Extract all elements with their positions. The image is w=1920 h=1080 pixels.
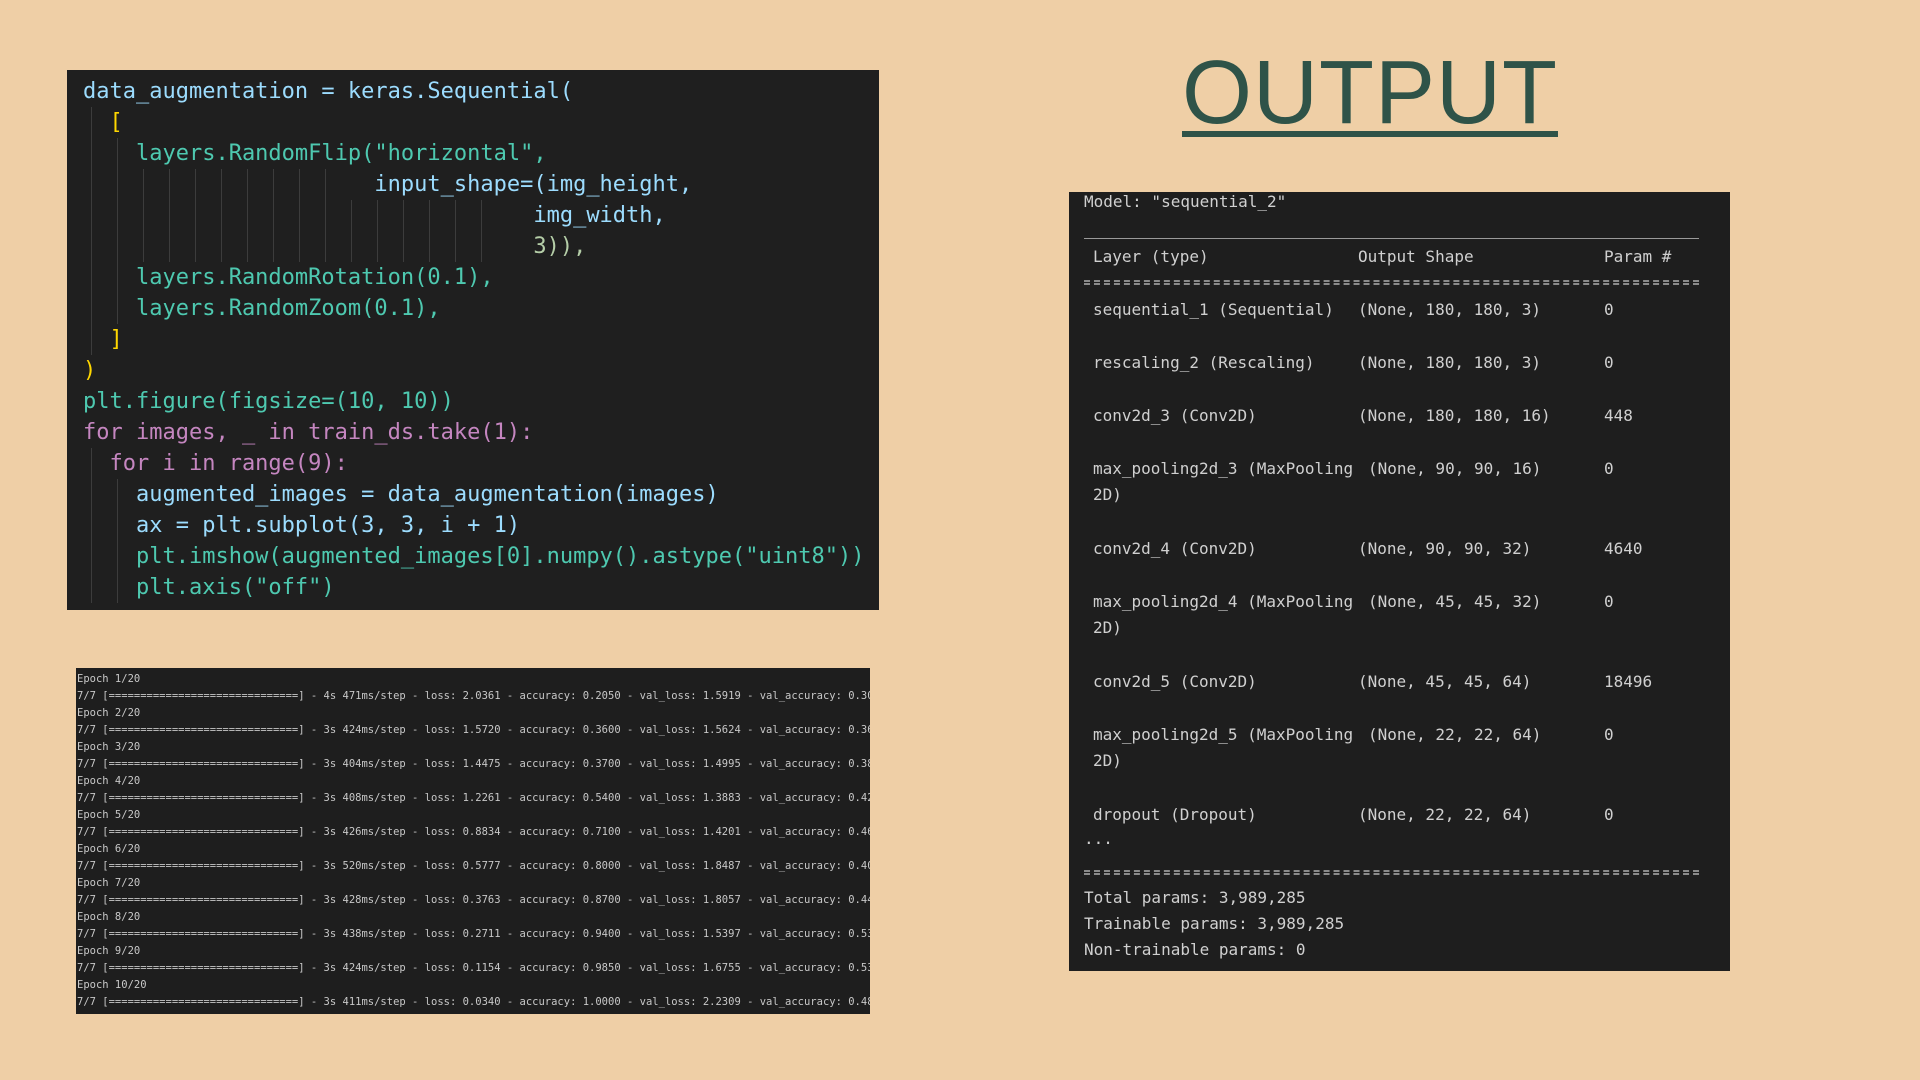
code-line-text: img_width,	[83, 203, 666, 228]
layer-params: 0	[1604, 592, 1614, 611]
code-line: augmented_images = data_augmentation(ima…	[83, 479, 879, 510]
non-trainable-params: Non-trainable params: 0	[1084, 940, 1306, 959]
code-line-text: )	[83, 358, 97, 383]
code-line: img_width,	[83, 200, 879, 231]
log-line: Epoch 2/20	[77, 707, 141, 719]
code-line: plt.figure(figsize=(10, 10))	[83, 386, 879, 417]
log-line: Epoch 10/20	[77, 979, 147, 991]
code-line: layers.RandomRotation(0.1),	[83, 262, 879, 293]
log-line: 7/7 [==============================] - 3…	[77, 996, 870, 1008]
log-line: 7/7 [==============================] - 3…	[77, 860, 870, 872]
code-line-text: plt.axis("off")	[83, 575, 335, 600]
layer-params: 0	[1604, 805, 1614, 824]
log-line: Epoch 7/20	[77, 877, 141, 889]
layer-shape: (None, 22, 22, 64)	[1368, 725, 1542, 744]
code-line-text: for i in range(9):	[83, 451, 348, 476]
layer-name: dropout (Dropout)	[1093, 805, 1257, 824]
layer-name: rescaling_2 (Rescaling)	[1093, 353, 1315, 372]
code-line-text: for images, _ in train_ds.take(1):	[83, 420, 534, 445]
code-line: 3)),	[83, 231, 879, 262]
log-line: 7/7 [==============================] - 3…	[77, 894, 870, 906]
footer-double-divider	[1084, 870, 1699, 875]
code-line: for images, _ in train_ds.take(1):	[83, 417, 879, 448]
layer-name: conv2d_4 (Conv2D)	[1093, 539, 1257, 558]
model-summary-panel: Model: "sequential_2" Layer (type) Outpu…	[1069, 192, 1730, 971]
training-log-panel: Epoch 1/20 7/7 [========================…	[76, 668, 870, 1014]
layer-name-cont: 2D)	[1093, 618, 1122, 637]
log-line: 7/7 [==============================] - 3…	[77, 724, 870, 736]
code-line: )	[83, 355, 879, 386]
code-line: layers.RandomFlip("horizontal",	[83, 138, 879, 169]
code-line: [	[83, 107, 879, 138]
log-line: Epoch 6/20	[77, 843, 141, 855]
code-editor-panel: data_augmentation = keras.Sequential( [ …	[67, 70, 879, 610]
layer-name: sequential_1 (Sequential)	[1093, 300, 1334, 319]
code-line-text: layers.RandomFlip("horizontal",	[83, 141, 547, 166]
header-layer: Layer (type)	[1093, 247, 1209, 266]
code-line: plt.imshow(augmented_images[0].numpy().a…	[83, 541, 879, 572]
code-line-text: ]	[83, 327, 123, 352]
layer-params: 0	[1604, 725, 1614, 744]
code-line-text: plt.figure(figsize=(10, 10))	[83, 389, 454, 414]
code-line: for i in range(9):	[83, 448, 879, 479]
layer-shape: (None, 22, 22, 64)	[1358, 805, 1532, 824]
layer-name-cont: 2D)	[1093, 485, 1122, 504]
layer-name: max_pooling2d_5 (MaxPooling	[1093, 725, 1354, 744]
log-line: Epoch 8/20	[77, 911, 141, 923]
log-line: 7/7 [==============================] - 3…	[77, 758, 870, 770]
code-line-text: data_augmentation = keras.Sequential(	[83, 79, 574, 104]
code-line-text: plt.imshow(augmented_images[0].numpy().a…	[83, 544, 865, 569]
ellipsis: ...	[1084, 829, 1113, 848]
log-line: 7/7 [==============================] - 3…	[77, 962, 870, 974]
header-divider	[1084, 238, 1699, 239]
output-title: OUTPUT	[1182, 43, 1558, 143]
code-line-text: layers.RandomRotation(0.1),	[83, 265, 494, 290]
total-params: Total params: 3,989,285	[1084, 888, 1306, 907]
layer-shape: (None, 45, 45, 32)	[1368, 592, 1542, 611]
layer-shape: (None, 90, 90, 16)	[1368, 459, 1542, 478]
layer-shape: (None, 180, 180, 3)	[1358, 300, 1542, 319]
log-line: Epoch 3/20	[77, 741, 141, 753]
layer-params: 18496	[1604, 672, 1653, 691]
layer-shape: (None, 180, 180, 3)	[1358, 353, 1542, 372]
code-line: layers.RandomZoom(0.1),	[83, 293, 879, 324]
code-line-text: augmented_images = data_augmentation(ima…	[83, 482, 719, 507]
layer-name-cont: 2D)	[1093, 751, 1122, 770]
code-line: ax = plt.subplot(3, 3, i + 1)	[83, 510, 879, 541]
log-line: Epoch 9/20	[77, 945, 141, 957]
layer-params: 4640	[1604, 539, 1643, 558]
layer-params: 0	[1604, 353, 1614, 372]
layer-name: conv2d_5 (Conv2D)	[1093, 672, 1257, 691]
log-line: Epoch 5/20	[77, 809, 141, 821]
layer-params: 448	[1604, 406, 1633, 425]
layer-name: conv2d_3 (Conv2D)	[1093, 406, 1257, 425]
model-name: Model: "sequential_2"	[1084, 192, 1287, 211]
code-line-text: ax = plt.subplot(3, 3, i + 1)	[83, 513, 521, 538]
log-line: 7/7 [==============================] - 3…	[77, 792, 870, 804]
layer-shape: (None, 45, 45, 64)	[1358, 672, 1532, 691]
layer-shape: (None, 90, 90, 32)	[1358, 539, 1532, 558]
log-line: 7/7 [==============================] - 3…	[77, 928, 870, 940]
trainable-params: Trainable params: 3,989,285	[1084, 914, 1345, 933]
log-line: 7/7 [==============================] - 3…	[77, 826, 870, 838]
log-line: Epoch 1/20	[77, 673, 141, 685]
code-line: plt.axis("off")	[83, 572, 879, 603]
layer-shape: (None, 180, 180, 16)	[1358, 406, 1551, 425]
layer-params: 0	[1604, 300, 1614, 319]
header-shape: Output Shape	[1358, 247, 1474, 266]
code-line-text: layers.RandomZoom(0.1),	[83, 296, 441, 321]
code-line-text: [	[83, 110, 123, 135]
code-line-text: input_shape=(img_height,	[83, 172, 693, 197]
code-line: ]	[83, 324, 879, 355]
layer-params: 0	[1604, 459, 1614, 478]
code-line-text: 3)),	[83, 234, 587, 259]
layer-name: max_pooling2d_4 (MaxPooling	[1093, 592, 1354, 611]
layer-name: max_pooling2d_3 (MaxPooling	[1093, 459, 1354, 478]
header-params: Param #	[1604, 247, 1672, 266]
code-line: data_augmentation = keras.Sequential(	[83, 76, 879, 107]
log-line: Epoch 4/20	[77, 775, 141, 787]
code-line: input_shape=(img_height,	[83, 169, 879, 200]
log-line: 7/7 [==============================] - 4…	[77, 690, 870, 702]
header-double-divider	[1084, 280, 1699, 285]
